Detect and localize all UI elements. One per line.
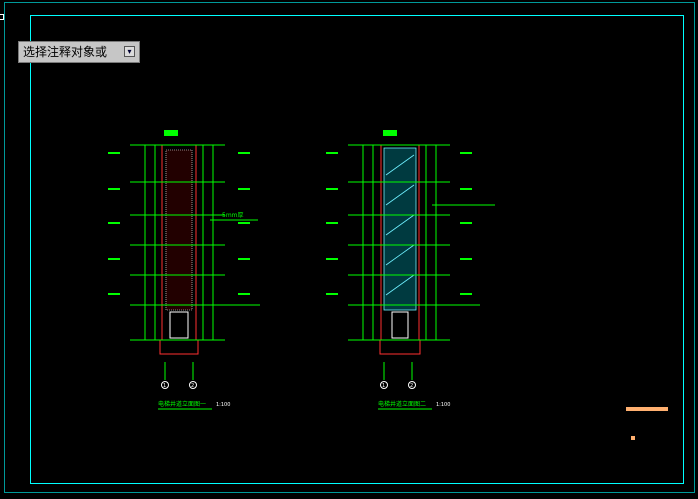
level-tag [326, 188, 338, 190]
tooltip-label: 选择注释对象或 [23, 45, 108, 59]
roof-marker-right [383, 130, 397, 136]
level-tag [238, 222, 250, 224]
level-tag [238, 152, 250, 154]
level-tag [238, 258, 250, 260]
elevation-right: 1 2 电梯井道立面图二 1:100 [326, 130, 495, 410]
cad-viewport[interactable]: 5mm厚 1 2 电梯井道立面图一 1:100 1 2 电梯井道立面图二 1:1… [0, 0, 698, 495]
outer-frame [30, 15, 684, 484]
annotation-prompt-tooltip[interactable]: 选择注释对象或 ▾ [18, 41, 140, 63]
axis-label-2: 2 [410, 383, 413, 389]
level-tag [460, 293, 472, 295]
glass-curtain [383, 147, 417, 311]
level-tag [108, 258, 120, 260]
annotation-note: 5mm厚 [222, 212, 244, 219]
axis-label-1: 1 [382, 383, 385, 389]
orange-dot-marker [631, 436, 635, 440]
dropdown-arrow-icon[interactable]: ▾ [124, 46, 135, 57]
level-tag [326, 222, 338, 224]
pit-left [159, 339, 199, 355]
drawing-title-right: 电梯井道立面图二 [378, 400, 426, 408]
level-tag [460, 152, 472, 154]
axis-label-2: 2 [191, 383, 194, 389]
orange-bar-marker [626, 407, 668, 411]
roof-marker-left [164, 130, 178, 136]
axis-label-1: 1 [163, 383, 166, 389]
level-tag [460, 258, 472, 260]
ucs-corner-marker [0, 14, 4, 20]
level-tag [108, 222, 120, 224]
sheet-border [4, 2, 695, 493]
level-tag [238, 293, 250, 295]
level-tag [108, 293, 120, 295]
level-tag [326, 293, 338, 295]
drawing-scale-left: 1:100 [216, 402, 230, 408]
door-left [169, 311, 189, 339]
level-tag [108, 188, 120, 190]
cad-drawing-canvas[interactable]: 5mm厚 1 2 电梯井道立面图一 1:100 1 2 电梯井道立面图二 1:1… [0, 0, 698, 495]
pit-right [379, 339, 421, 355]
level-tag [238, 188, 250, 190]
door-right [391, 311, 409, 339]
drawing-scale-right: 1:100 [436, 402, 450, 408]
level-tag [326, 258, 338, 260]
level-tag [460, 188, 472, 190]
elevation-left: 5mm厚 1 2 电梯井道立面图一 1:100 [108, 130, 260, 410]
level-tag [108, 152, 120, 154]
level-tag [326, 152, 338, 154]
level-tag [460, 222, 472, 224]
drawing-title-left: 电梯井道立面图一 [158, 400, 206, 408]
shaft-hatch-left [165, 149, 193, 311]
